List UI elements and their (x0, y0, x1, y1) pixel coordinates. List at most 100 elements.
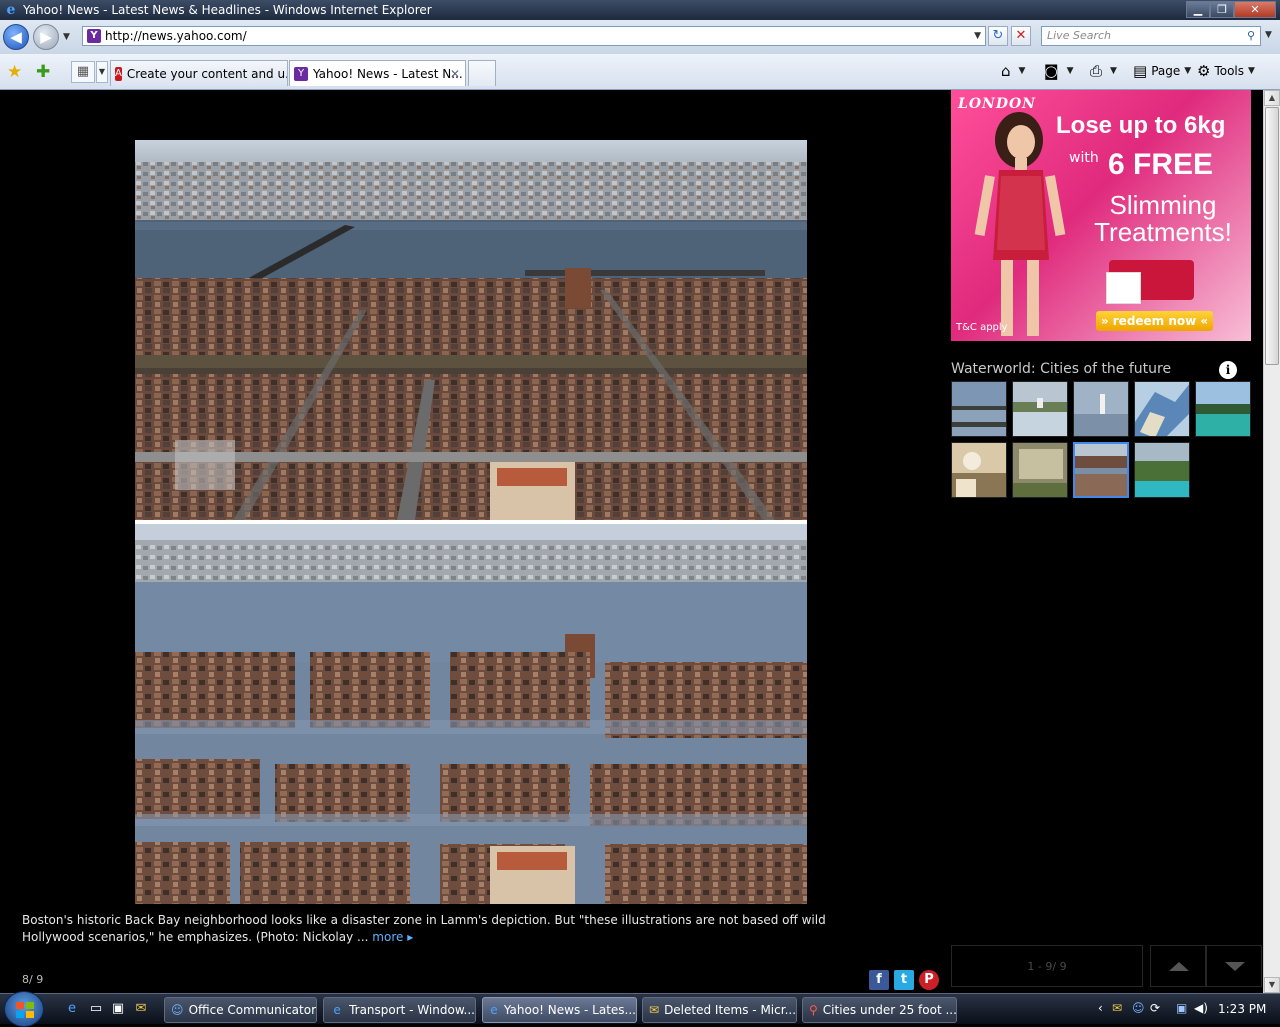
close-tab-icon[interactable]: ✕ (450, 67, 460, 81)
home-button[interactable]: ⌂ ▼ (1001, 62, 1025, 80)
scrollbar-thumb[interactable] (1265, 107, 1279, 365)
feeds-button[interactable]: ◙ ▼ (1044, 62, 1073, 80)
page-icon: ▤ (1133, 62, 1148, 80)
gallery-thumbnail[interactable] (1073, 381, 1129, 437)
task-label: Cities under 25 foot ... (822, 1003, 957, 1017)
quick-tabs-button[interactable]: ▦ (71, 61, 95, 83)
search-dropdown-icon[interactable]: ▼ (1265, 30, 1272, 40)
gallery-prev-button[interactable] (1150, 945, 1206, 987)
adobe-icon: A (115, 66, 122, 81)
close-button[interactable]: ✕ (1234, 1, 1276, 18)
stop-button[interactable]: ✕ (1011, 26, 1031, 46)
gallery-thumbnail[interactable] (1012, 381, 1068, 437)
triangle-up-icon (1169, 962, 1189, 971)
chevron-down-icon[interactable]: ▼ (1019, 66, 1026, 76)
windows-logo-icon (16, 1002, 34, 1018)
task-label: Transport - Window... (349, 1003, 475, 1017)
network-tray-icon[interactable]: ▣ (1176, 1001, 1187, 1015)
back-button[interactable]: ◀ (3, 24, 29, 50)
task-transport-window[interactable]: e Transport - Window... (323, 997, 476, 1023)
maximize-button[interactable]: ❐ (1210, 1, 1234, 18)
ad-offer: 6 FREE (1108, 148, 1214, 181)
address-url: http://news.yahoo.com/ (105, 29, 247, 43)
chevron-down-icon[interactable]: ▼ (1067, 66, 1074, 76)
task-office-communicator[interactable]: ☺ Office Communicator (164, 997, 317, 1023)
tab-list-dropdown[interactable]: ▼ (96, 61, 108, 83)
window-title: Yahoo! News - Latest News & Headlines - … (23, 3, 432, 17)
twitter-share-icon[interactable]: t (894, 970, 914, 990)
page-menu-label: Page (1151, 64, 1181, 78)
address-dropdown-icon[interactable]: ▼ (974, 31, 981, 41)
vertical-scrollbar[interactable]: ▲ ▼ (1263, 90, 1280, 993)
tab-toolbar: ★ ✚ ▦ ▼ A Create your content and u... Y… (0, 54, 1280, 90)
ie-icon: e (490, 1003, 498, 1017)
tools-menu[interactable]: ⚙ Tools ▼ (1197, 62, 1255, 80)
search-icon[interactable]: ⚲ (1247, 27, 1255, 45)
address-field[interactable]: Y http://news.yahoo.com/ ▼ (82, 26, 986, 46)
info-icon[interactable]: i (1219, 361, 1237, 379)
gallery-thumbnail[interactable] (1195, 381, 1251, 437)
gallery-thumbnail[interactable] (1134, 381, 1190, 437)
ad-headline: Lose up to 6kg (1056, 112, 1226, 139)
page-content: Boston's historic Back Bay neighborhood … (0, 90, 1263, 993)
scroll-up-button[interactable]: ▲ (1264, 90, 1280, 106)
tab-yahoo-news[interactable]: Y Yahoo! News - Latest N... ✕ (289, 60, 466, 86)
chevron-down-icon: ▼ (1184, 66, 1192, 76)
favorites-center-icon[interactable]: ★ (7, 62, 22, 82)
task-yahoo-news[interactable]: e Yahoo! News - Lates... (482, 997, 637, 1023)
communicator-tray-icon[interactable]: ☺ (1132, 1001, 1145, 1015)
search-input[interactable]: Live Search ⚲ (1041, 26, 1261, 46)
task-label: Office Communicator (188, 1003, 316, 1017)
tab-create-content[interactable]: A Create your content and u... (110, 60, 288, 86)
search-placeholder: Live Search (1047, 29, 1111, 42)
sync-tray-icon[interactable]: ⟳ (1150, 1001, 1160, 1015)
task-label: Deleted Items - Micr... (664, 1003, 797, 1017)
gallery-thumbnail[interactable] (951, 381, 1007, 437)
gallery-thumbnail[interactable] (951, 442, 1007, 498)
clock[interactable]: 1:23 PM (1218, 1002, 1266, 1016)
gallery-thumbnail[interactable] (1134, 442, 1190, 498)
ad-model-image (974, 112, 1066, 336)
print-button[interactable]: ⎙ ▼ (1090, 62, 1117, 80)
slideshow-photo[interactable] (135, 140, 807, 908)
photo-present-day (135, 140, 807, 520)
task-deleted-items[interactable]: ✉ Deleted Items - Micr... (642, 997, 797, 1023)
outlook-tray-icon[interactable]: ✉ (1112, 1001, 1122, 1015)
pinterest-share-icon[interactable]: P (919, 970, 939, 990)
tray-expand-icon[interactable]: ‹ (1098, 1001, 1103, 1015)
gallery-thumbnail[interactable] (1012, 442, 1068, 498)
start-button[interactable] (4, 991, 44, 1027)
gallery-next-button[interactable] (1206, 945, 1262, 987)
gear-icon: ⚙ (1197, 62, 1211, 80)
home-icon: ⌂ (1001, 62, 1011, 80)
window-controls: ▁ ❐ ✕ (1186, 1, 1276, 18)
gallery-title: Waterworld: Cities of the future (951, 361, 1172, 377)
switch-windows-icon[interactable]: ▣ (110, 1001, 126, 1017)
history-dropdown-icon[interactable]: ▼ (63, 32, 73, 42)
gallery-thumbnail-selected[interactable] (1073, 442, 1129, 498)
outlook-quicklaunch-icon[interactable]: ✉ (133, 1001, 149, 1017)
forward-button[interactable]: ▶ (33, 24, 59, 50)
more-link[interactable]: more ▸ (372, 930, 413, 944)
redeem-now-button[interactable]: » redeem now « (1096, 311, 1213, 331)
page-menu[interactable]: ▤ Page ▼ (1133, 62, 1191, 80)
ie-quicklaunch-icon[interactable]: e (64, 1001, 80, 1017)
add-favorite-icon[interactable]: ✚ (36, 62, 50, 82)
ad-product-pack-image (1106, 272, 1141, 304)
new-tab-button[interactable] (468, 60, 496, 86)
show-desktop-icon[interactable]: ▭ (88, 1001, 104, 1017)
refresh-button[interactable]: ↻ (988, 26, 1008, 46)
yahoo-favicon-icon: Y (87, 29, 101, 43)
volume-tray-icon[interactable]: ◀) (1194, 1001, 1208, 1015)
task-cities-pdf[interactable]: ⚲ Cities under 25 foot ... (802, 997, 957, 1023)
caption-text: Boston's historic Back Bay neighborhood … (22, 913, 826, 944)
scroll-down-button[interactable]: ▼ (1264, 977, 1280, 993)
advertisement-banner[interactable]: LONDON Lose up to 6kg with 6 FREE Slimmi… (951, 90, 1251, 341)
windows-taskbar: e ▭ ▣ ✉ ☺ Office Communicator e Transpor… (0, 991, 1280, 1027)
minimize-button[interactable]: ▁ (1186, 1, 1210, 18)
ie-logo-icon: e (6, 2, 16, 18)
ad-terms: T&C apply (956, 322, 1008, 333)
chevron-down-icon[interactable]: ▼ (1110, 66, 1117, 76)
facebook-share-icon[interactable]: f (869, 970, 889, 990)
tools-menu-label: Tools (1214, 64, 1245, 78)
